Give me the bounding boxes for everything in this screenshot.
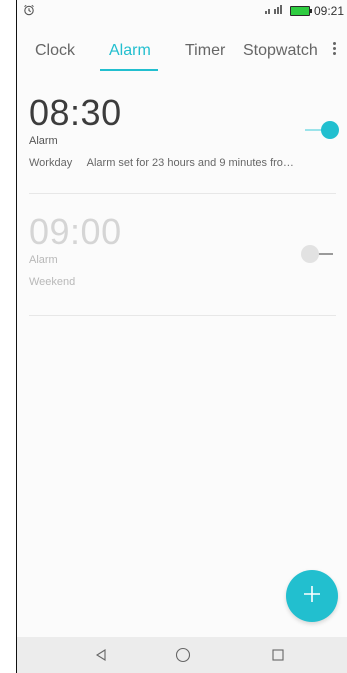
add-alarm-button[interactable] [286,570,338,622]
alarm-item[interactable]: 09:00 Alarm Weekend [29,211,336,289]
alarm-note: Alarm set for 23 hours and 9 minutes fro… [86,157,294,169]
alarm-time: 09:00 [29,211,122,252]
back-icon[interactable] [91,645,111,665]
alarm-toggle[interactable] [305,120,339,140]
tab-bar: Clock Alarm Timer Stopwatch [17,34,347,74]
alarm-details: Weekend [29,276,336,288]
alarm-details: Workday Alarm set for 23 hours and 9 min… [29,157,336,169]
navigation-bar [17,637,347,673]
status-right: 09:21 [264,4,344,18]
alarm-time: 08:30 [29,92,122,133]
tab-stopwatch[interactable]: Stopwatch [243,42,318,60]
alarm-item[interactable]: 08:30 Alarm Workday Alarm set for 23 hou… [29,92,336,170]
alarm-label: Alarm [29,135,58,147]
toggle-thumb [301,245,319,263]
overflow-menu-icon[interactable] [328,40,340,62]
tab-alarm[interactable]: Alarm [109,42,151,60]
alarm-repeat: Workday [29,157,73,169]
tab-clock[interactable]: Clock [35,42,75,60]
toggle-thumb [321,121,339,139]
phone-screen: 09:21 Clock Alarm Timer Stopwatch 08:30 … [16,0,347,673]
alarm-toggle[interactable] [301,244,335,264]
alarm-label: Alarm [29,254,58,266]
status-bar: 09:21 [17,0,347,22]
active-tab-indicator [100,69,158,71]
home-icon[interactable] [173,645,193,665]
status-time: 09:21 [313,4,344,18]
divider [29,193,336,194]
divider [29,315,336,316]
alarm-repeat: Weekend [29,276,76,288]
alarm-icon [23,4,37,18]
plus-icon [303,585,321,608]
recents-icon[interactable] [268,645,288,665]
battery-icon [289,6,312,16]
tab-timer[interactable]: Timer [185,42,225,60]
signal-icon [264,4,286,18]
